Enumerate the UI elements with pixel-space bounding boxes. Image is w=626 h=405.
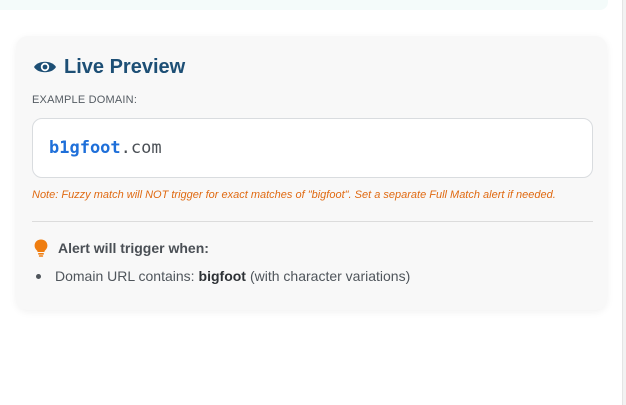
- trigger-title: Alert will trigger when:: [58, 240, 209, 256]
- domain-tld-text: .com: [120, 138, 162, 158]
- divider: [32, 221, 593, 222]
- condition-keyword: bigfoot: [198, 268, 246, 284]
- live-preview-card: Live Preview EXAMPLE DOMAIN: b1gfoot .com…: [16, 36, 607, 310]
- card-title: Live Preview: [64, 56, 186, 78]
- example-domain-label: EXAMPLE DOMAIN:: [32, 94, 138, 106]
- previous-section-edge: [0, 0, 608, 10]
- page: Live Preview EXAMPLE DOMAIN: b1gfoot .com…: [0, 0, 626, 405]
- card-header: Live Preview: [33, 54, 185, 80]
- trigger-header: Alert will trigger when:: [34, 239, 209, 257]
- bullet: [36, 273, 41, 279]
- condition-list-item: Domain URL contains: bigfoot (with chara…: [36, 268, 410, 284]
- example-domain-display: b1gfoot .com: [32, 118, 593, 178]
- condition-prefix: Domain URL contains:: [55, 268, 195, 284]
- eye-icon: [33, 59, 57, 75]
- domain-name-text: b1gfoot: [49, 138, 121, 158]
- lightbulb-icon: [34, 239, 48, 257]
- scrollbar[interactable]: [622, 0, 626, 405]
- fuzzy-match-note: Note: Fuzzy match will NOT trigger for e…: [32, 189, 556, 201]
- condition-suffix: (with character variations): [249, 268, 411, 284]
